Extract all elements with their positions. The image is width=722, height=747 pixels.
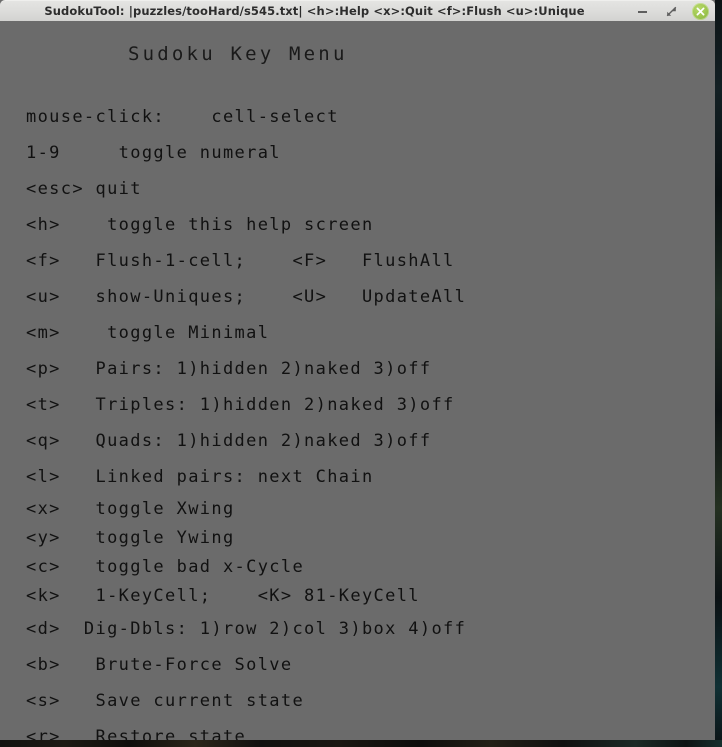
help-screen: Sudoku Key Menu mouse-click: cell-select… — [0, 21, 715, 740]
key-menu-line-b[interactable]: <b> Brute-Force Solve — [26, 647, 715, 683]
key-menu-line-y[interactable]: <y> toggle Ywing — [26, 524, 715, 553]
key-menu-line-l[interactable]: <l> Linked pairs: next Chain — [26, 459, 715, 495]
key-menu-list: mouse-click: cell-select 1-9 toggle numer… — [26, 99, 715, 740]
key-menu-line-mouse-click[interactable]: mouse-click: cell-select — [26, 99, 715, 135]
key-menu-line-digits-1-9[interactable]: 1-9 toggle numeral — [26, 135, 715, 171]
key-menu-line-u[interactable]: <u> show-Uniques; <U> UpdateAll — [26, 279, 715, 315]
key-menu-line-k[interactable]: <k> 1-KeyCell; <K> 81-KeyCell — [26, 582, 715, 611]
key-menu-line-r[interactable]: <r> Restore state — [26, 719, 715, 740]
restore-icon — [666, 6, 677, 17]
minimize-button[interactable] — [634, 3, 651, 20]
maximize-button[interactable] — [663, 3, 680, 20]
key-menu-line-t[interactable]: <t> Triples: 1)hidden 2)naked 3)off — [26, 387, 715, 423]
key-menu-line-q[interactable]: <q> Quads: 1)hidden 2)naked 3)off — [26, 423, 715, 459]
key-menu-line-f[interactable]: <f> Flush-1-cell; <F> FlushAll — [26, 243, 715, 279]
desktop-edge-right — [715, 0, 722, 747]
page-title: Sudoku Key Menu — [128, 43, 348, 65]
key-menu-line-esc[interactable]: <esc> quit — [26, 171, 715, 207]
title-bar[interactable]: SudokuTool: |puzzles/tooHard/s545.txt| <… — [0, 0, 715, 21]
key-menu-line-d[interactable]: <d> Dig-Dbls: 1)row 2)col 3)box 4)off — [26, 611, 715, 647]
close-button[interactable] — [692, 3, 709, 20]
key-menu-line-p[interactable]: <p> Pairs: 1)hidden 2)naked 3)off — [26, 351, 715, 387]
window-title: SudokuTool: |puzzles/tooHard/s545.txt| <… — [44, 4, 585, 18]
desktop-edge-bottom — [0, 740, 722, 747]
application-window: SudokuTool: |puzzles/tooHard/s545.txt| <… — [0, 0, 715, 740]
close-icon — [696, 7, 705, 16]
key-menu-line-s[interactable]: <s> Save current state — [26, 683, 715, 719]
key-menu-line-x[interactable]: <x> toggle Xwing — [26, 495, 715, 524]
minimize-icon — [638, 10, 647, 13]
key-menu-line-m[interactable]: <m> toggle Minimal — [26, 315, 715, 351]
key-menu-line-c[interactable]: <c> toggle bad x-Cycle — [26, 553, 715, 582]
window-controls — [634, 1, 709, 21]
key-menu-line-h[interactable]: <h> toggle this help screen — [26, 207, 715, 243]
